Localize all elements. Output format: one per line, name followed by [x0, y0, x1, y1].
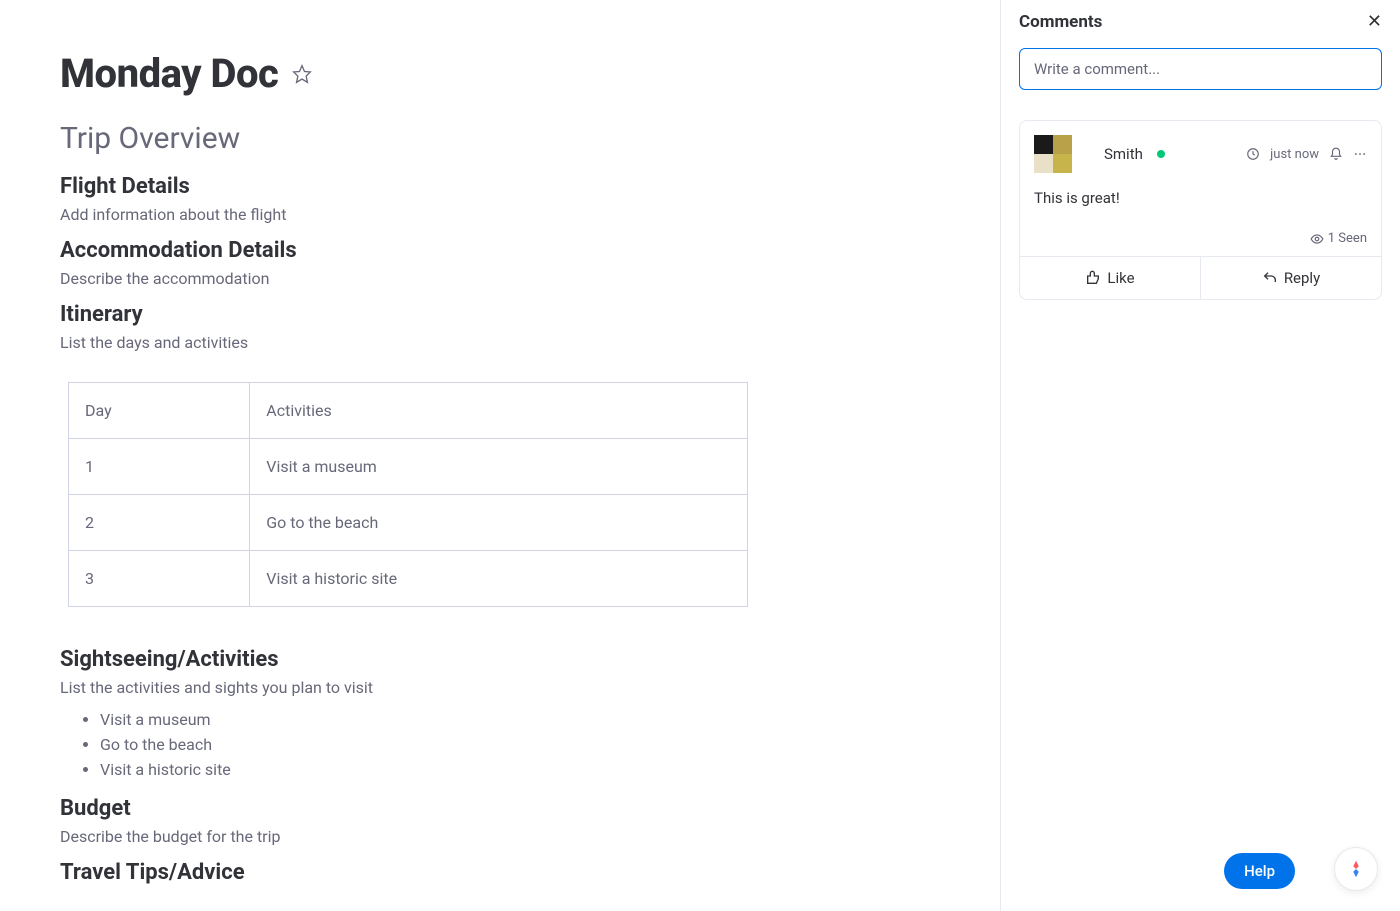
comment-author[interactable]: Smith: [1104, 145, 1143, 163]
presence-indicator-icon: [1157, 150, 1165, 158]
overview-heading[interactable]: Trip Overview: [60, 121, 940, 156]
help-button[interactable]: Help: [1224, 853, 1295, 889]
comment-text: This is great!: [1034, 189, 1367, 207]
assistant-orb-icon[interactable]: [1334, 847, 1378, 891]
accommodation-placeholder[interactable]: Describe the accommodation: [60, 269, 940, 288]
clock-icon: [1246, 147, 1260, 161]
accommodation-heading[interactable]: Accommodation Details: [60, 238, 940, 263]
eye-icon: [1310, 232, 1324, 246]
cell-activities[interactable]: Visit a historic site: [250, 551, 748, 607]
comment-card: Smith just now: [1019, 120, 1382, 300]
cell-activities[interactable]: Visit a museum: [250, 439, 748, 495]
budget-placeholder[interactable]: Describe the budget for the trip: [60, 827, 940, 846]
table-header-row: Day Activities: [69, 383, 748, 439]
cell-day[interactable]: 2: [69, 495, 250, 551]
itinerary-heading[interactable]: Itinerary: [60, 302, 940, 327]
list-item[interactable]: Go to the beach: [100, 732, 940, 757]
list-item[interactable]: Visit a historic site: [100, 757, 940, 782]
itinerary-placeholder[interactable]: List the days and activities: [60, 333, 940, 352]
comments-title: Comments: [1019, 12, 1102, 32]
table-row[interactable]: 2 Go to the beach: [69, 495, 748, 551]
flight-heading[interactable]: Flight Details: [60, 174, 940, 199]
flight-placeholder[interactable]: Add information about the flight: [60, 205, 940, 224]
comment-time: just now: [1270, 147, 1319, 162]
sightseeing-heading[interactable]: Sightseeing/Activities: [60, 647, 940, 672]
budget-heading[interactable]: Budget: [60, 796, 940, 821]
list-item[interactable]: Visit a museum: [100, 707, 940, 732]
close-icon[interactable]: ✕: [1367, 13, 1382, 31]
reply-icon: [1262, 270, 1278, 286]
tips-heading[interactable]: Travel Tips/Advice: [60, 860, 940, 885]
col-activities[interactable]: Activities: [250, 383, 748, 439]
doc-title[interactable]: Monday Doc: [60, 50, 278, 97]
favorite-star-icon[interactable]: [292, 64, 312, 84]
write-comment-input[interactable]: Write a comment...: [1019, 48, 1382, 90]
cell-activities[interactable]: Go to the beach: [250, 495, 748, 551]
more-icon[interactable]: [1353, 147, 1367, 161]
thumbs-up-icon: [1085, 270, 1101, 286]
avatar[interactable]: [1034, 135, 1072, 173]
itinerary-table[interactable]: Day Activities 1 Visit a museum 2 Go to …: [68, 382, 748, 607]
reply-button[interactable]: Reply: [1200, 257, 1381, 299]
cell-day[interactable]: 3: [69, 551, 250, 607]
table-row[interactable]: 3 Visit a historic site: [69, 551, 748, 607]
like-label: Like: [1107, 269, 1134, 287]
cell-day[interactable]: 1: [69, 439, 250, 495]
document-main: Monday Doc Trip Overview Flight Details …: [0, 0, 1000, 911]
col-day[interactable]: Day: [69, 383, 250, 439]
reply-label: Reply: [1284, 269, 1320, 287]
like-button[interactable]: Like: [1020, 257, 1200, 299]
bell-icon[interactable]: [1329, 147, 1343, 161]
seen-count[interactable]: 1 Seen: [1328, 231, 1367, 246]
sightseeing-placeholder[interactable]: List the activities and sights you plan …: [60, 678, 940, 697]
comments-panel: Comments ✕ Write a comment... Smith just…: [1000, 0, 1400, 911]
activities-list[interactable]: Visit a museum Go to the beach Visit a h…: [60, 707, 940, 782]
table-row[interactable]: 1 Visit a museum: [69, 439, 748, 495]
